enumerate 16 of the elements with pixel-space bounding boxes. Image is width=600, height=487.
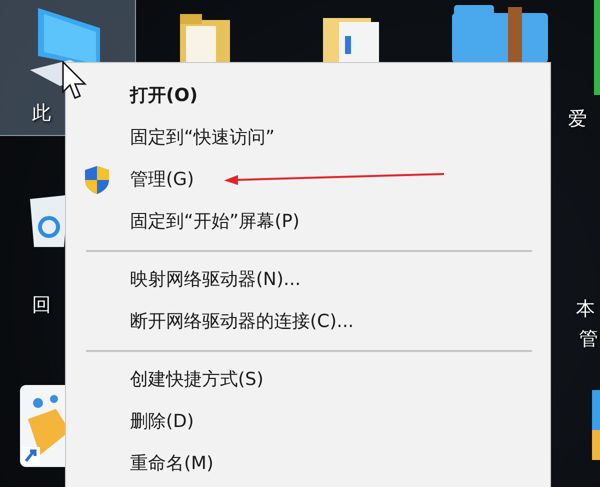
shield-icon [84, 165, 110, 195]
menu-item[interactable]: 映射网络驱动器(N)... [130, 267, 301, 293]
menu-item[interactable]: 管理(G) [130, 167, 194, 193]
folder-icon[interactable] [180, 14, 230, 64]
icon-label: 回 [32, 294, 51, 316]
menu-item[interactable]: 重命名(M) [130, 451, 214, 477]
menu-item[interactable]: 创建快捷方式(S) [130, 367, 264, 393]
mouse-pointer-icon [62, 61, 88, 101]
icon-label: 管 [579, 328, 598, 350]
menu-item[interactable]: 固定到“开始”屏幕(P) [130, 209, 300, 235]
icon-label: 本 [576, 298, 595, 320]
archive-folder-icon[interactable] [452, 5, 548, 63]
icon-label: 此 [32, 102, 51, 124]
menu-item[interactable]: 删除(D) [130, 409, 194, 435]
icon-label: 爱 [568, 108, 587, 130]
menu-item[interactable]: 断开网络驱动器的连接(C)... [130, 309, 354, 335]
